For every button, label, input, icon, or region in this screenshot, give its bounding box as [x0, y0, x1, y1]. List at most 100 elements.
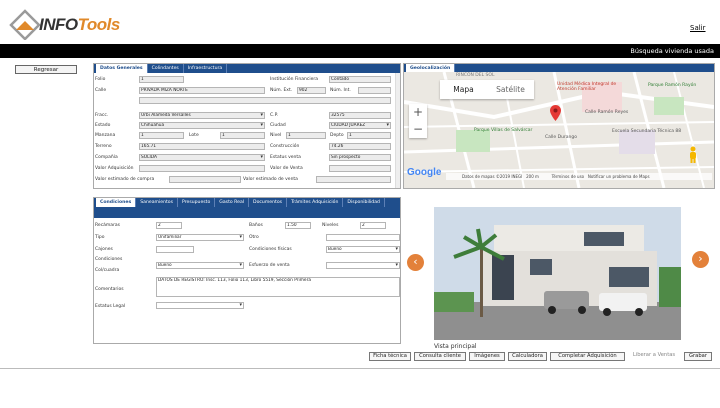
estado-label: Estado [95, 123, 111, 128]
salir-link[interactable]: Salir [690, 24, 706, 32]
cajones-field[interactable] [156, 246, 194, 253]
property-photo [434, 207, 681, 340]
terreno-label: Terreno [95, 144, 112, 149]
calculadora-button[interactable]: Calculadora [508, 352, 547, 361]
valor-est-venta-label: Valor estimado de venta [243, 177, 298, 182]
valor-venta-field[interactable] [329, 165, 391, 172]
house-image [434, 207, 681, 340]
scrollbar[interactable] [395, 73, 400, 188]
ficha-tecnica-button[interactable]: Ficha técnica [369, 352, 411, 361]
google-logo: Google [407, 167, 442, 178]
ciudad-label: Ciudad [270, 123, 286, 128]
compania-label: Compañía [95, 155, 118, 160]
tab-saneamientos[interactable]: Saneamientos [136, 198, 179, 207]
map-type-satelite[interactable]: Satélite [487, 80, 534, 99]
valor-est-venta-field[interactable] [316, 176, 391, 183]
fracc-select[interactable]: Urbi Alameda Versalles [139, 112, 265, 119]
imagenes-button[interactable]: Imágenes [469, 352, 505, 361]
construccion-field[interactable]: 74.26 [329, 143, 391, 150]
int-field[interactable] [358, 87, 391, 94]
zoom-out-icon[interactable]: − [409, 121, 427, 138]
page-title: Búsqueda vivienda usada [630, 47, 714, 55]
logo-info-text: INFO [39, 15, 78, 34]
otro-field[interactable] [326, 234, 400, 241]
tab-infraestructura[interactable]: Infraestructura [184, 64, 228, 73]
esfuerzo-select[interactable] [326, 262, 400, 269]
ext-label: Núm. Ext. [270, 88, 293, 93]
construccion-label: Construcción [270, 144, 300, 149]
lote-label: Lote [189, 133, 199, 138]
otro-label: Otro [249, 235, 259, 240]
grabar-button[interactable]: Grabar [684, 352, 712, 361]
footer-divider [0, 368, 720, 369]
inst-label: Institución Financiera [270, 77, 318, 82]
map-label-parque-ramon: Parque Ramón Rayón [648, 83, 697, 88]
banos-label: Baños [249, 223, 263, 228]
consulta-cliente-button[interactable]: Consulta cliente [414, 352, 466, 361]
prev-image-button[interactable]: ‹ [407, 254, 424, 271]
int-label: Núm. Int. [330, 88, 351, 93]
folio-field[interactable]: 1 [139, 76, 184, 83]
manzana-field[interactable]: 1 [139, 132, 184, 139]
tab-tramites-adquisicion[interactable]: Trámites Adquisición [287, 198, 344, 207]
nivel-label: Nivel [270, 133, 282, 138]
cp-field[interactable]: 32575 [329, 112, 391, 119]
manzana-label: Manzana [95, 133, 116, 138]
folio-label: Folio [95, 77, 106, 82]
recamaras-field[interactable]: 2 [156, 222, 182, 229]
niveles-label: Niveles [322, 223, 339, 228]
map-label-unidad-medica: Unidad Médica Integral de Atención Famil… [557, 82, 617, 92]
logo-wordmark: INFOTools [39, 15, 120, 35]
pegman-icon[interactable] [687, 146, 699, 164]
condiciones-panel: Condiciones Saneamientos Presupuesto Gas… [93, 197, 401, 344]
estado-select[interactable]: Chihuahua [139, 122, 265, 129]
recamaras-label: Recámaras [95, 223, 121, 228]
tab-documentos[interactable]: Documentos [249, 198, 288, 207]
terreno-field[interactable]: 165.71 [139, 143, 265, 150]
compania-select[interactable]: SOLIDA [139, 154, 265, 161]
estatus-legal-select[interactable] [156, 302, 244, 309]
valor-est-compra-field[interactable] [169, 176, 241, 183]
calle-field[interactable]: PRIVADA MIZA NORTE [139, 87, 265, 94]
location-pin-icon[interactable] [550, 105, 561, 123]
zoom-in-icon[interactable]: + [409, 104, 427, 121]
colcuadra-label: Col/cuadra [95, 268, 120, 273]
calle-extra-field[interactable] [139, 97, 391, 104]
niveles-field[interactable]: 2 [360, 222, 386, 229]
next-image-button[interactable]: › [692, 251, 709, 268]
datos-tabs: Datos Generales Colindantes Infraestruct… [94, 64, 400, 73]
map-type-mapa[interactable]: Mapa [440, 80, 487, 99]
tab-disponibilidad[interactable]: Disponibilidad [343, 198, 385, 207]
cond-fisicas-label: Condiciones físicas [249, 247, 292, 252]
completar-adquisicion-button[interactable]: Completar Adquisición [550, 352, 625, 361]
depto-label: Depto [330, 133, 344, 138]
tipo-select[interactable]: Unifamiliar [156, 234, 244, 241]
condiciones-tabs: Condiciones Saneamientos Presupuesto Gas… [94, 198, 400, 218]
liberar-a-ventas-button[interactable]: Liberar a Ventas [628, 352, 680, 361]
map-label-calle-ramon: Calle Ramón Reyes [585, 110, 629, 115]
logo-tools-text: Tools [77, 15, 121, 34]
tab-condiciones[interactable]: Condiciones [96, 198, 137, 207]
nivel-field[interactable]: 1 [286, 132, 326, 139]
estatus-legal-label: Estatus Legal [95, 304, 126, 309]
cond-fisicas-select[interactable]: Bueno [326, 246, 400, 253]
tab-gasto-real[interactable]: Gasto Real [215, 198, 250, 207]
depto-field[interactable]: 1 [347, 132, 391, 139]
esfuerzo-label: Esfuerzo de venta [249, 263, 290, 268]
estatus-field[interactable]: Sin prospecto [329, 154, 391, 161]
lote-field[interactable]: 1 [220, 132, 265, 139]
inst-field[interactable]: Contado [329, 76, 391, 83]
banos-field[interactable]: 1.50 [285, 222, 311, 229]
condiciones-select[interactable]: Bueno [156, 262, 244, 269]
tab-datos-generales[interactable]: Datos Generales [96, 64, 148, 73]
tab-presupuesto[interactable]: Presupuesto [178, 198, 216, 207]
regresar-button[interactable]: Regresar [15, 65, 77, 74]
valor-adq-field[interactable] [139, 165, 265, 172]
tab-colindantes[interactable]: Colindantes [148, 64, 184, 73]
condiciones-label: Condiciones [95, 257, 123, 262]
ciudad-select[interactable]: CIUDAD JUAREZ [329, 122, 391, 129]
page-title-bar: Búsqueda vivienda usada [0, 44, 720, 58]
ext-field[interactable]: 902 [297, 87, 326, 94]
map-label-parque-villas: Parque Villas de Salvárcar [474, 128, 533, 133]
comentarios-textarea[interactable]: DATOS DE REGISTRO: Insc. 113, Folio 113,… [156, 277, 400, 297]
